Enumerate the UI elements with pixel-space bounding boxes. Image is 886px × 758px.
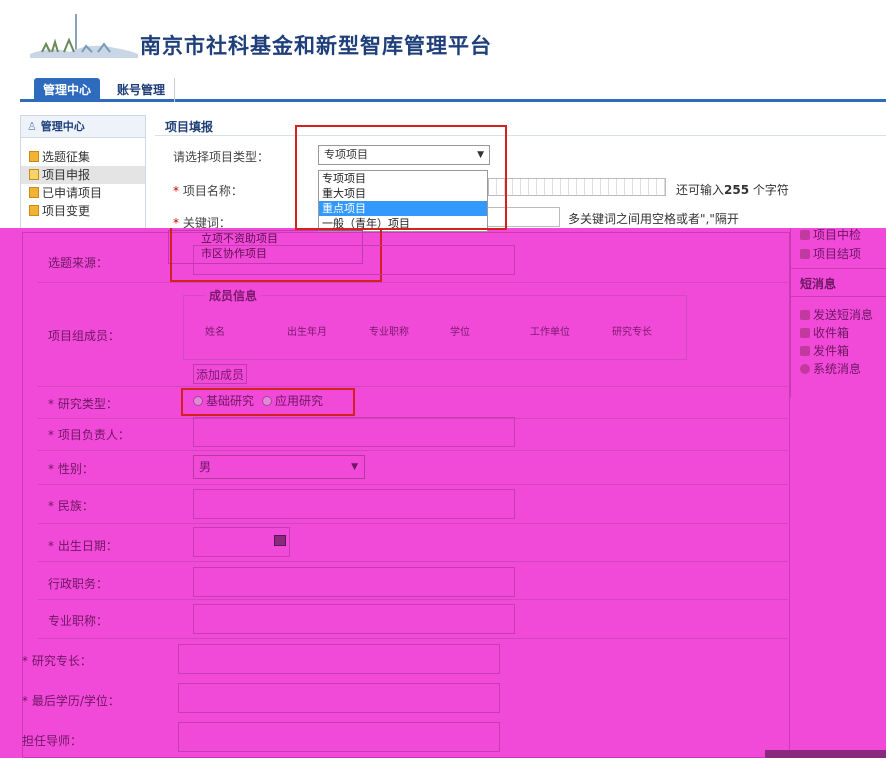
right-item-conclusion[interactable]: 项目结项: [800, 245, 861, 262]
column-header: 工作单位: [530, 327, 570, 338]
column-header: 专业职称: [369, 327, 409, 338]
gender-label: * 性别：: [48, 462, 94, 476]
calendar-icon[interactable]: [274, 535, 286, 546]
topic-source-input[interactable]: [193, 245, 515, 275]
document-icon: [800, 230, 810, 240]
page-title: 南京市社科基金和新型智库管理平台: [140, 33, 492, 58]
section-title: 项目填报: [165, 120, 214, 134]
divider: [155, 135, 886, 136]
radio-applied-research[interactable]: 应用研究: [262, 392, 323, 409]
row-divider: [38, 282, 788, 283]
column-header: 姓名: [205, 327, 225, 338]
char-count-hint: 还可输入255 个字符: [676, 183, 789, 197]
sidebar-item-label: 项目申报: [42, 168, 91, 182]
document-icon: [29, 187, 39, 198]
divider: [790, 296, 886, 297]
project-leader-label: * 项目负责人：: [48, 428, 130, 442]
project-type-label: 请选择项目类型：: [173, 150, 270, 164]
research-type-label: * 研究类型：: [48, 397, 118, 411]
row-divider: [38, 638, 788, 639]
professional-title-label: 专业职称：: [48, 614, 109, 628]
specialty-input[interactable]: [178, 644, 500, 674]
birth-date-label: * 出生日期：: [48, 539, 118, 553]
sidebar-item-project-application[interactable]: 项目申报: [21, 166, 145, 184]
sidebar-item-label: 选题征集: [42, 150, 91, 164]
row-divider: [38, 523, 788, 524]
row-divider: [38, 386, 788, 387]
sidebar-heading-label: 管理中心: [40, 120, 85, 133]
document-icon: [800, 249, 810, 259]
topic-source-label: 选题来源：: [48, 256, 109, 270]
sidebar-item-label: 已申请项目: [42, 186, 103, 200]
divider: [790, 268, 886, 269]
mentor-label: 担任导师：: [22, 734, 83, 748]
row-divider: [38, 561, 788, 562]
members-label: 项目组成员：: [48, 329, 121, 343]
project-name-label: * 项目名称：: [173, 184, 243, 198]
messages-heading: 短消息: [800, 277, 837, 291]
radio-basic-research[interactable]: 基础研究: [193, 392, 254, 409]
main-nav: 管理中心 账号管理: [20, 76, 886, 102]
send-icon: [800, 310, 810, 320]
mentor-input[interactable]: [178, 722, 500, 752]
document-icon: [29, 151, 39, 162]
sidebar-heading: ♙ 管理中心: [21, 116, 145, 138]
degree-label: * 最后学历/学位：: [22, 694, 120, 708]
ethnicity-input[interactable]: [193, 489, 515, 519]
site-header: 南京市社科基金和新型智库管理平台: [0, 0, 886, 75]
row-divider: [38, 599, 788, 600]
members-title: 成员信息: [205, 287, 262, 304]
keywords-hint: 多关键词之间用空格或者","隔开: [568, 212, 739, 226]
highlight-box-type-top: [295, 125, 507, 230]
right-item-midterm[interactable]: 项目中检: [800, 226, 861, 243]
outbox-link[interactable]: 发件箱: [800, 342, 849, 359]
row-divider: [38, 450, 788, 451]
radio-icon: [193, 396, 203, 406]
professional-title-input[interactable]: [193, 604, 515, 634]
inbox-link[interactable]: 收件箱: [800, 324, 849, 341]
project-name-input[interactable]: [488, 178, 666, 196]
specialty-label: * 研究专长：: [22, 654, 92, 668]
ethnicity-label: * 民族：: [48, 499, 94, 513]
outbox-icon: [800, 346, 810, 356]
document-icon: [29, 205, 39, 216]
edit-icon: [29, 169, 39, 180]
admin-post-input[interactable]: [193, 567, 515, 597]
tab-account-management[interactable]: 账号管理: [108, 78, 176, 102]
column-header: 学位: [450, 327, 470, 338]
add-member-button[interactable]: 添加成员: [193, 364, 247, 384]
page-root: 南京市社科基金和新型智库管理平台 管理中心 账号管理 ♙ 管理中心 选题征集 项…: [0, 0, 886, 758]
project-leader-input[interactable]: [193, 417, 515, 447]
tab-management-center[interactable]: 管理中心: [34, 78, 101, 102]
sidebar-item-topic-collection[interactable]: 选题征集: [21, 148, 145, 166]
sidebar-item-applied-projects[interactable]: 已申请项目: [21, 184, 145, 202]
bottom-edge-strip: [765, 750, 886, 758]
degree-input[interactable]: [178, 683, 500, 713]
admin-post-label: 行政职务：: [48, 577, 109, 591]
user-icon: ♙: [27, 120, 37, 133]
column-header: 研究专长: [612, 327, 652, 338]
radio-icon: [262, 396, 272, 406]
sidebar-item-label: 项目变更: [42, 204, 91, 218]
row-divider: [38, 484, 788, 485]
bell-icon: [800, 364, 810, 374]
gender-select[interactable]: 男 ▼: [193, 455, 365, 479]
inbox-icon: [800, 328, 810, 338]
column-header: 出生年月: [287, 327, 327, 338]
send-message-link[interactable]: 发送短消息: [800, 306, 873, 323]
city-skyline-logo: [20, 12, 138, 62]
chevron-down-icon: ▼: [351, 462, 358, 472]
sidebar-item-project-change[interactable]: 项目变更: [21, 202, 145, 220]
system-message-link[interactable]: 系统消息: [800, 360, 861, 377]
